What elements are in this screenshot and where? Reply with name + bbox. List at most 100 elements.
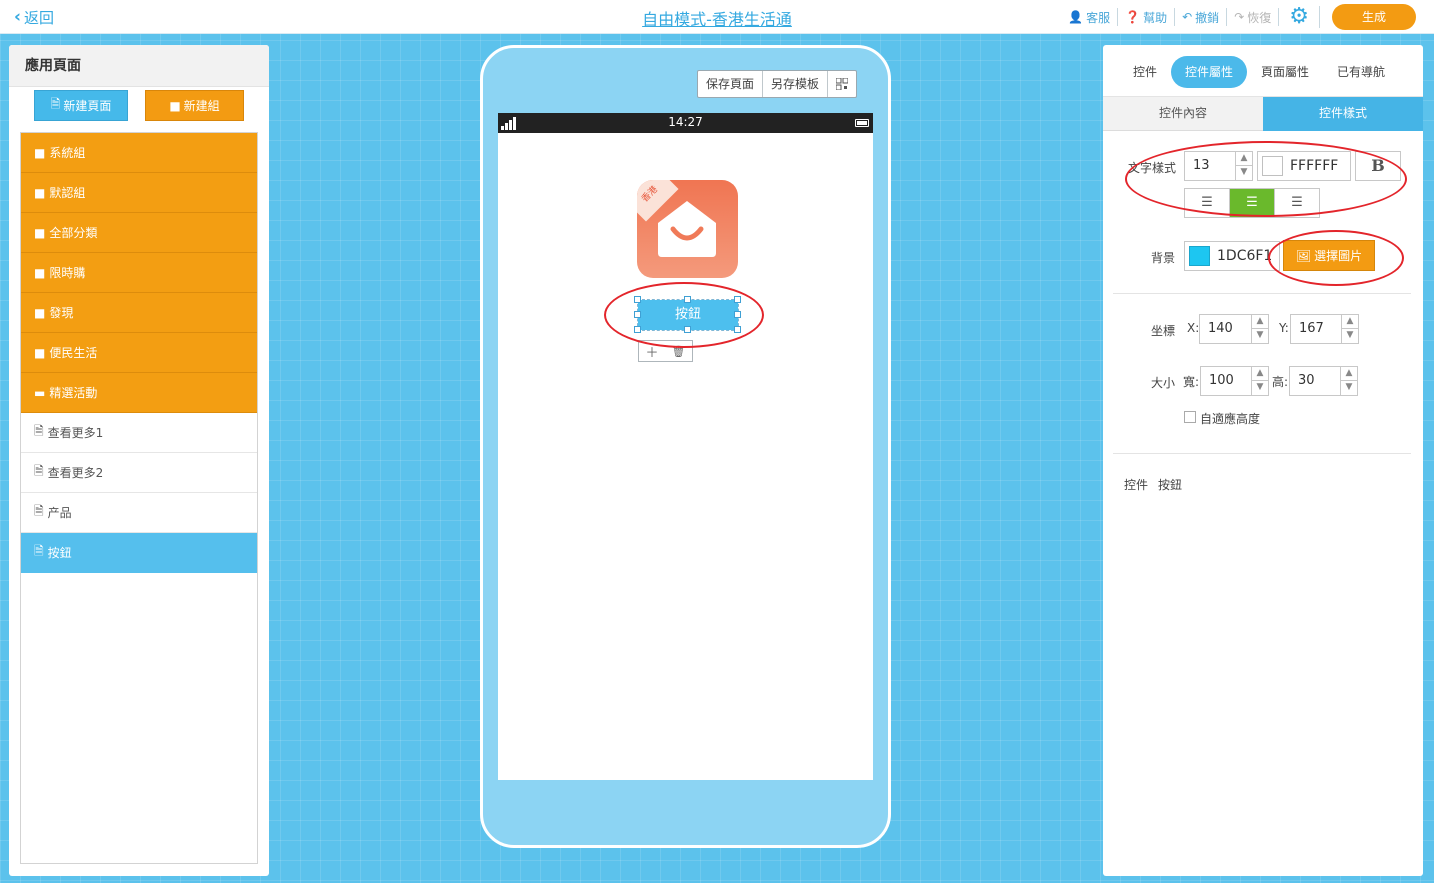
tree-item-all-categories[interactable]: ■ 全部分類 [21,213,257,253]
add-icon[interactable]: ＋ [646,342,659,361]
qr-code-icon[interactable] [828,71,856,97]
app-logo[interactable]: 香港 [637,180,738,278]
background-color-value: 1DC6F1 [1217,248,1273,264]
tree-item-default-group[interactable]: ■ 默認組 [21,173,257,213]
tree-item-more-1[interactable]: 🗎 查看更多1 [21,413,257,453]
height-label: 高: [1272,375,1289,389]
chevron-up-icon[interactable]: ▲ [1236,152,1252,166]
file-icon: 🗎 [34,464,44,478]
save-template-button[interactable]: 另存模板 [763,71,829,97]
resize-handle-r[interactable] [734,311,741,318]
width-label: 寬: [1183,375,1200,389]
folder-open-icon: ▬ [34,385,46,400]
y-value: 167 [1299,321,1324,336]
undo-button[interactable]: ↶ 撤銷 [1175,8,1228,26]
chevron-down-icon[interactable]: ▼ [1252,381,1268,395]
control-info-value: 按鈕 [1158,478,1183,492]
tree-item-more-2[interactable]: 🗎 查看更多2 [21,453,257,493]
auto-height-checkbox[interactable] [1184,411,1196,423]
chevron-down-icon[interactable]: ▼ [1342,329,1358,343]
height-arrows: ▲ ▼ [1340,367,1357,395]
app-title[interactable]: 自由模式-香港生活通 [642,10,792,29]
resize-handle-b[interactable] [684,326,691,333]
font-size-stepper[interactable]: 13 ▲ ▼ [1184,151,1253,181]
file-icon: 🗎 [50,97,61,111]
x-coordinate-stepper[interactable]: 140 ▲ ▼ [1199,314,1269,344]
save-page-button[interactable]: 保存頁面 [698,71,764,97]
resize-handle-tr[interactable] [734,296,741,303]
x-value: 140 [1208,321,1233,336]
chevron-up-icon[interactable]: ▲ [1252,367,1268,381]
text-color-picker[interactable]: FFFFFF [1257,151,1351,181]
tree-item-label: 發現 [49,306,74,320]
resize-handle-br[interactable] [734,326,741,333]
width-stepper[interactable]: 100 ▲ ▼ [1200,366,1269,396]
new-page-button[interactable]: 🗎 新建頁面 [34,90,128,121]
tree-item-label: 限時購 [49,266,86,280]
status-bar: 14:27 [498,113,873,133]
redo-button[interactable]: ↷ 恢復 [1227,8,1280,26]
y-coordinate-stepper[interactable]: 167 ▲ ▼ [1290,314,1359,344]
chevron-down-icon[interactable]: ▼ [1252,329,1268,343]
tab-control-properties[interactable]: 控件屬性 [1171,56,1248,88]
tree-item-flash-sale[interactable]: ■ 限時購 [21,253,257,293]
chevron-up-icon[interactable]: ▲ [1252,315,1268,329]
pages-panel: 應用頁面 🗎 新建頁面 ■ 新建組 ■ 系統組 ■ 默認組 ■ 全部分類 ■ 限… [9,45,269,876]
width-arrows: ▲ ▼ [1251,367,1268,395]
resize-handle-l[interactable] [634,311,641,318]
auto-height-label: 自適應高度 [1200,412,1261,426]
background-color-picker[interactable]: 1DC6F1 [1184,241,1280,271]
y-arrows: ▲ ▼ [1341,315,1358,343]
folder-icon: ■ [34,145,46,160]
trash-icon[interactable]: 🗑 [672,345,686,358]
tab-existing-navigation[interactable]: 已有導航 [1337,56,1385,88]
tree-item-label: 产品 [47,506,72,520]
height-stepper[interactable]: 30 ▲ ▼ [1289,366,1358,396]
text-color-swatch[interactable] [1262,156,1283,176]
tree-item-label: 系統組 [49,146,86,160]
align-left-icon[interactable]: ☰ [1185,189,1230,217]
tab-controls[interactable]: 控件 [1133,56,1157,88]
phone-toolbar: 保存頁面 另存模板 [697,70,858,98]
y-label: Y: [1279,321,1289,335]
resize-handle-t[interactable] [684,296,691,303]
align-center-icon[interactable]: ☰ [1230,189,1275,217]
font-size-arrows: ▲ ▼ [1235,152,1252,180]
properties-panel: 控件 控件屬性 頁面屬性 已有導航 控件內容 控件樣式 文字樣式 13 ▲ ▼ … [1103,45,1423,876]
subtab-control-style[interactable]: 控件樣式 [1263,97,1423,131]
phone-frame: 保存頁面 另存模板 14:27 香港 按鈕 ＋ 🗑 [480,45,891,848]
tree-item-system-group[interactable]: ■ 系統組 [21,133,257,173]
undo-label: 撤銷 [1195,10,1220,25]
tree-item-featured-events[interactable]: ▬ 精選活動 [21,373,257,413]
chevron-up-icon[interactable]: ▲ [1341,367,1357,381]
header-tools: 👤 客服 ❓ 幫助 ↶ 撤銷 ↷ 恢復 ⚙ 生成 [1061,4,1416,30]
back-button[interactable]: ‹ 返回 [14,7,54,28]
tree-item-convenience[interactable]: ■ 便民生活 [21,333,257,373]
chevron-left-icon: ‹ [14,7,22,27]
chevron-down-icon[interactable]: ▼ [1236,166,1252,180]
bold-button[interactable]: B [1355,151,1401,181]
gear-icon[interactable]: ⚙ [1279,6,1320,28]
chevron-down-icon[interactable]: ▼ [1341,381,1357,395]
choose-image-button[interactable]: 🖼 選擇圖片 [1283,240,1375,271]
generate-button[interactable]: 生成 [1332,4,1416,30]
background-color-swatch[interactable] [1189,246,1210,266]
align-right-icon[interactable]: ☰ [1275,189,1319,217]
tab-page-properties[interactable]: 頁面屬性 [1261,56,1309,88]
subtab-control-content[interactable]: 控件內容 [1103,97,1263,131]
height-value: 30 [1298,373,1315,388]
phone-screen[interactable]: 14:27 香港 按鈕 ＋ 🗑 [498,113,873,780]
help-button[interactable]: ❓ 幫助 [1118,8,1176,26]
divider [1113,453,1411,454]
tree-item-product[interactable]: 🗎 产品 [21,493,257,533]
resize-handle-tl[interactable] [634,296,641,303]
folder-icon: ■ [34,305,46,320]
tree-item-discover[interactable]: ■ 發現 [21,293,257,333]
tree-item-button-page[interactable]: 🗎 按鈕 [21,533,257,573]
position-label: 坐標 [1151,324,1176,338]
x-label: X: [1187,321,1200,335]
service-button[interactable]: 👤 客服 [1061,8,1119,26]
resize-handle-bl[interactable] [634,326,641,333]
new-group-button[interactable]: ■ 新建組 [145,90,244,121]
chevron-up-icon[interactable]: ▲ [1342,315,1358,329]
